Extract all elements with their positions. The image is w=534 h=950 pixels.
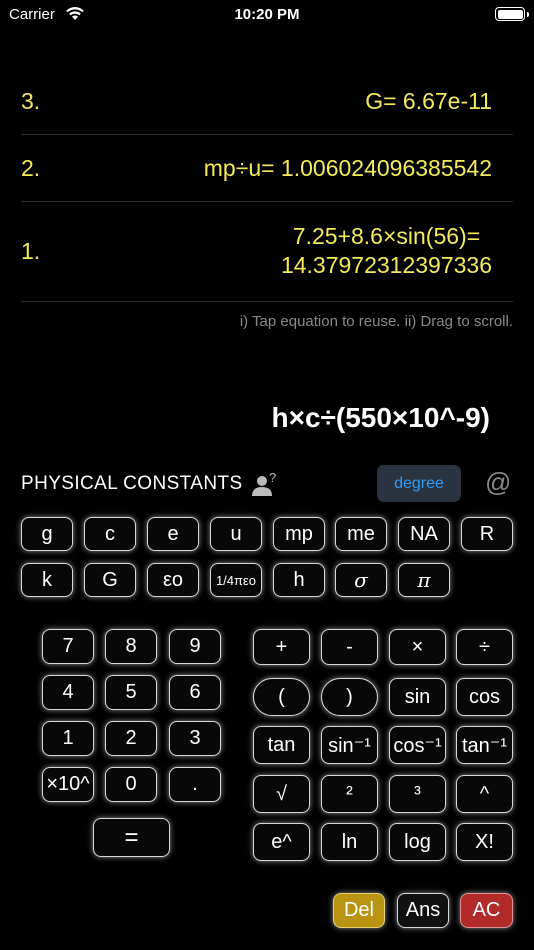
- constant-me-button[interactable]: me: [335, 517, 387, 551]
- constant-c-button[interactable]: c: [84, 517, 136, 551]
- key-0-button[interactable]: 0: [105, 767, 157, 802]
- log-button[interactable]: log: [389, 823, 446, 861]
- expression-display[interactable]: h×c÷(550×10^-9): [271, 402, 490, 434]
- angle-mode-button[interactable]: degree: [377, 465, 461, 502]
- history-index: 1.: [21, 238, 41, 264]
- constant-epsilon0-button[interactable]: εo: [147, 563, 199, 597]
- constant-na-button[interactable]: NA: [398, 517, 450, 551]
- person-help-icon[interactable]: ?: [252, 470, 280, 497]
- history-index: 2.: [21, 155, 41, 181]
- key-6-button[interactable]: 6: [169, 675, 221, 710]
- history-equation: 7.25+8.6×sin(56)= 14.37972312397336: [281, 222, 492, 280]
- open-paren-button[interactable]: (: [253, 678, 310, 716]
- key-9-button[interactable]: 9: [169, 629, 221, 664]
- cos-button[interactable]: cos: [456, 678, 513, 716]
- help-mark: ?: [269, 470, 277, 485]
- factorial-button[interactable]: X!: [456, 823, 513, 861]
- history-equation: mp÷u= 1.006024096385542: [203, 155, 492, 181]
- history-equation: G= 6.67e-11: [365, 88, 492, 114]
- sin-button[interactable]: sin: [389, 678, 446, 716]
- constant-pi-button[interactable]: π: [398, 563, 450, 597]
- constant-e-button[interactable]: e: [147, 517, 199, 551]
- times-ten-power-button[interactable]: ×10^: [42, 767, 94, 802]
- history-list[interactable]: 3. G= 6.67e-11 2. mp÷u= 1.00602409638554…: [21, 68, 513, 302]
- battery-icon: [495, 7, 529, 21]
- square-button[interactable]: ²: [321, 775, 378, 813]
- key-4-button[interactable]: 4: [42, 675, 94, 710]
- history-equation-line1: 7.25+8.6×sin(56)=: [292, 223, 481, 249]
- constant-u-button[interactable]: u: [210, 517, 262, 551]
- answer-button[interactable]: Ans: [397, 893, 449, 928]
- key-1-button[interactable]: 1: [42, 721, 94, 756]
- clock: 10:20 PM: [234, 6, 300, 23]
- constant-r-button[interactable]: R: [461, 517, 513, 551]
- delete-button[interactable]: Del: [333, 893, 385, 928]
- minus-button[interactable]: -: [321, 629, 378, 665]
- constant-sigma-button[interactable]: σ: [335, 563, 387, 597]
- at-icon[interactable]: @: [485, 467, 511, 498]
- history-item[interactable]: 1. 7.25+8.6×sin(56)= 14.37972312397336: [21, 202, 513, 302]
- history-item[interactable]: 2. mp÷u= 1.006024096385542: [21, 135, 513, 202]
- history-equation-line2: 14.37972312397336: [280, 252, 492, 278]
- constant-big-g-button[interactable]: G: [84, 563, 136, 597]
- ln-button[interactable]: ln: [321, 823, 378, 861]
- history-index: 3.: [21, 88, 41, 114]
- key-3-button[interactable]: 3: [169, 721, 221, 756]
- key-2-button[interactable]: 2: [105, 721, 157, 756]
- cube-button[interactable]: ³: [389, 775, 446, 813]
- history-item[interactable]: 3. G= 6.67e-11: [21, 68, 513, 135]
- status-bar: Carrier 10:20 PM: [0, 0, 534, 30]
- sqrt-button[interactable]: √: [253, 775, 310, 813]
- exp-button[interactable]: e^: [253, 823, 310, 861]
- all-clear-button[interactable]: AC: [460, 893, 513, 928]
- constant-h-button[interactable]: h: [273, 563, 325, 597]
- equals-button[interactable]: =: [93, 818, 170, 857]
- arctan-button[interactable]: tan⁻¹: [456, 726, 513, 764]
- constants-label: PHYSICAL CONSTANTS: [21, 473, 243, 494]
- arccos-button[interactable]: cos⁻¹: [389, 726, 446, 764]
- key-7-button[interactable]: 7: [42, 629, 94, 664]
- constant-k-button[interactable]: k: [21, 563, 73, 597]
- power-button[interactable]: ^: [456, 775, 513, 813]
- tan-button[interactable]: tan: [253, 726, 310, 764]
- plus-button[interactable]: +: [253, 629, 310, 665]
- close-paren-button[interactable]: ): [321, 678, 378, 716]
- key-5-button[interactable]: 5: [105, 675, 157, 710]
- key-8-button[interactable]: 8: [105, 629, 157, 664]
- divide-button[interactable]: ÷: [456, 629, 513, 665]
- decimal-button[interactable]: .: [169, 767, 221, 802]
- arcsin-button[interactable]: sin⁻¹: [321, 726, 378, 764]
- constant-coulomb-button[interactable]: 1/4πεo: [210, 563, 262, 597]
- multiply-button[interactable]: ×: [389, 629, 446, 665]
- usage-hint: i) Tap equation to reuse. ii) Drag to sc…: [239, 313, 513, 330]
- constant-mp-button[interactable]: mp: [273, 517, 325, 551]
- constant-g-button[interactable]: g: [21, 517, 73, 551]
